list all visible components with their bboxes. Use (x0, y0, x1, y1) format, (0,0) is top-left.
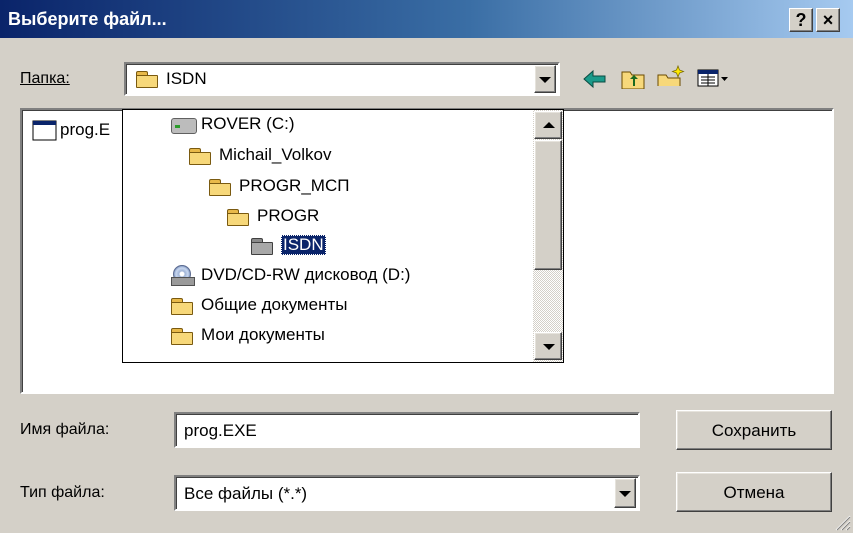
folder-icon (209, 179, 231, 196)
filetype-select[interactable]: Все файлы (*.*) (174, 475, 640, 511)
cancel-button[interactable]: Отмена (676, 472, 832, 512)
save-button-label: Сохранить (711, 421, 797, 440)
tree-item-label: Мои документы (201, 325, 325, 344)
hard-drive-icon (171, 118, 197, 134)
exe-file-icon (32, 120, 57, 141)
save-button[interactable]: Сохранить (676, 410, 832, 450)
new-folder-icon[interactable] (656, 64, 686, 86)
close-button[interactable]: × (816, 8, 840, 32)
folder-icon (171, 328, 193, 345)
up-folder-icon[interactable] (620, 67, 646, 89)
filetype-dropdown-button[interactable] (614, 478, 636, 508)
chevron-up-icon (543, 122, 555, 128)
folder-dropdown-button[interactable] (534, 65, 556, 93)
tree-item-label: ROVER (C:) (201, 114, 295, 133)
scroll-down-button[interactable] (534, 332, 562, 360)
tree-scrollbar[interactable] (533, 110, 563, 362)
scroll-thumb[interactable] (534, 140, 562, 270)
filename-input-value: prog.EXE (184, 421, 257, 440)
folder-combobox-value: ISDN (166, 69, 207, 88)
folder-user-icon (189, 148, 211, 165)
chevron-down-icon (539, 77, 551, 83)
tree-item-label: Общие документы (201, 295, 348, 314)
filetype-label: Тип файла: (20, 484, 105, 501)
folder-label-text: Папка: (20, 70, 70, 87)
tree-item-label: PROGR_МСП (239, 176, 350, 195)
filetype-select-value: Все файлы (*.*) (184, 484, 308, 503)
tree-item-label: PROGR (257, 206, 320, 225)
back-arrow-icon[interactable] (582, 68, 608, 90)
cancel-button-label: Отмена (723, 483, 785, 502)
folder-icon (171, 298, 193, 315)
list-item-label: prog.E (60, 120, 111, 139)
filename-label: Имя файла: (20, 421, 110, 438)
tree-item-label: Michail_Volkov (219, 145, 332, 164)
folder-open-icon (251, 238, 273, 255)
title-bar[interactable]: Выберите файл... ? × (0, 0, 853, 38)
view-menu-icon[interactable] (697, 68, 731, 90)
save-file-dialog: Выберите файл... ? × Папка: ISDN prog.E … (0, 0, 853, 533)
tree-item-label-selected: ISDN (281, 235, 326, 255)
cd-drive-icon (171, 265, 195, 286)
help-button[interactable]: ? (789, 8, 813, 32)
folder-label: Папка: (20, 70, 70, 88)
scroll-up-button[interactable] (534, 111, 562, 139)
folder-combobox[interactable]: ISDN (124, 62, 560, 96)
folder-tree-dropdown[interactable]: ROVER (C:) Michail_Volkov PROGR_МСП PROG… (122, 109, 564, 363)
folder-icon (136, 71, 158, 88)
dialog-title: Выберите файл... (8, 9, 167, 29)
chevron-down-icon (619, 491, 631, 497)
folder-icon (227, 209, 249, 226)
resize-grip-icon[interactable] (833, 513, 851, 531)
chevron-down-icon (543, 344, 555, 350)
filename-input[interactable]: prog.EXE (174, 412, 640, 448)
tree-item-label: DVD/CD-RW дисковод (D:) (201, 265, 411, 284)
